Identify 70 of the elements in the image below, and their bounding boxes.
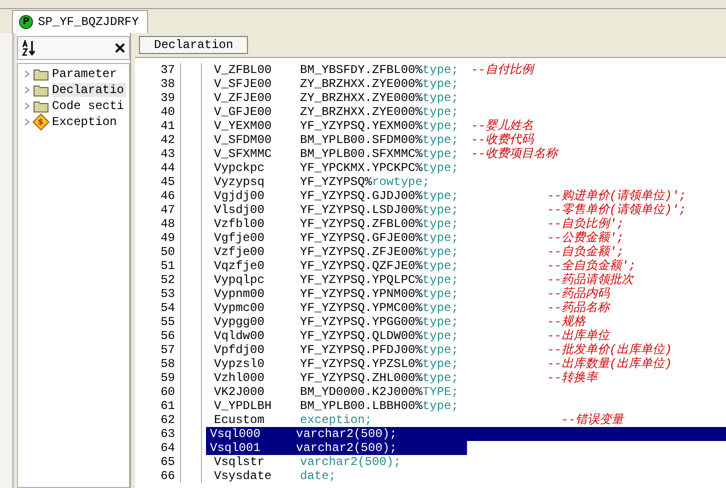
line-number: 55 [160, 315, 175, 329]
document-tab[interactable]: P SP_YF_BQZJDRFY [12, 10, 148, 33]
line-number: 45 [160, 175, 175, 189]
line-number: 54 [160, 301, 175, 315]
line-number: 42 [160, 133, 175, 147]
line-number: 40 [160, 105, 175, 119]
line-number: 41 [160, 119, 175, 133]
close-icon[interactable] [115, 43, 125, 53]
folder-icon [33, 68, 49, 80]
tree-item[interactable]: Code secti [52, 99, 126, 113]
folder-icon [33, 84, 49, 96]
code-line: V_ZFBL00 BM_YBSFDY.ZFBL00%type; --自付比例 [213, 63, 534, 77]
folder-icon [33, 100, 49, 112]
tree-item[interactable]: Parameter [52, 67, 119, 81]
line-number: 56 [160, 329, 175, 343]
line-number: 52 [160, 273, 175, 287]
code-line: V_GFJE00 ZY_BRZHXX.ZYE000%type; [213, 105, 460, 119]
code-line: V_SFJE00 ZY_BRZHXX.ZYE000%type; [213, 77, 460, 91]
code-line: Vyzypsq YF_YZYPSQ%rowtype; [213, 175, 431, 189]
code-line: Vypzsl0 YF_YZYPSQ.YPZSL0%type; --出库数量(出库单位) [213, 357, 672, 371]
line-number: 46 [160, 189, 175, 203]
line-number: 48 [160, 217, 175, 231]
code-line: Vqzfje0 YF_YZYPSQ.QZFJE0%type; --全自负金额'; [213, 259, 636, 273]
line-number: 58 [160, 357, 175, 371]
line-number: 60 [160, 385, 175, 399]
code-line: Vqldw00 YF_YZYPSQ.QLDW00%type; --出库单位 [213, 329, 610, 343]
line-number: 37 [160, 63, 175, 77]
code-line: Vsysdate date; [213, 469, 338, 483]
line-number: 43 [160, 147, 175, 161]
code-line: Ecustom exception; --错误变量 [213, 413, 624, 427]
code-line: Vsqlstr varchar2(500); [213, 455, 402, 469]
code-line: Vypnm00 YF_YZYPSQ.YPNM00%type; --药品内码 [213, 287, 610, 301]
code-line: V_SFXMMC BM_YPLB00.SFXMMC%type; --收费项目名称 [213, 147, 558, 161]
code-line: Vypmc00 YF_YZYPSQ.YPMC00%type; --药品名称 [213, 301, 610, 315]
line-number: 39 [160, 91, 175, 105]
line-number: 53 [160, 287, 175, 301]
code-line: Vgjdj00 YF_YZYPSQ.GJDJ00%type; --购进单价(请领单位)'; [213, 189, 686, 203]
sort-icon[interactable] [22, 40, 36, 56]
code-line: Vzfje00 YF_YZYPSQ.ZFJE00%type; --自负金额'; [213, 245, 624, 259]
code-line: V_YPDLBH BM_YPLB00.LBBH00%type; [213, 399, 460, 413]
code-line: Vzhl000 YF_YZYPSQ.ZHL000%type; --转换率 [213, 371, 598, 385]
code-line: Vlsdj00 YF_YZYPSQ.LSDJ00%type; --零售单价(请领单位)'; [213, 203, 686, 217]
line-number: 44 [160, 161, 175, 175]
line-number: 66 [160, 469, 175, 483]
code-line: V_ZFJE00 ZY_BRZHXX.ZYE000%type; [213, 91, 460, 105]
procedure-icon: P [19, 15, 33, 29]
line-number: 49 [160, 231, 175, 245]
code-line: V_YEXM00 YF_YZYPSQ.YEXM00%type; --婴儿姓名 [213, 119, 534, 133]
line-number: 64 [160, 441, 175, 455]
line-number: 63 [160, 427, 175, 441]
code-line: Vypgg00 YF_YZYPSQ.YPGG00%type; --规格 [213, 315, 586, 329]
line-number: 57 [160, 343, 175, 357]
code-line: Vypckpc YF_YPCKMX.YPCKPC%type; [213, 161, 460, 175]
line-number: 59 [160, 371, 175, 385]
line-number: 61 [160, 399, 175, 413]
line-number: 51 [160, 259, 175, 273]
tree-item[interactable]: Exception [52, 115, 119, 129]
line-number: 50 [160, 245, 175, 259]
line-number: 38 [160, 77, 175, 91]
code-line: Vpfdj00 YF_YZYPSQ.PFDJ00%type; --批发单价(出库单位) [213, 343, 672, 357]
line-number: 62 [160, 413, 175, 427]
line-number: 47 [160, 203, 175, 217]
code-line: Vypqlpc YF_YZYPSQ.YPQLPC%type; --药品请领批次 [213, 273, 634, 287]
code-line: VK2J000 BM_YD0000.K2J000%TYPE; [213, 385, 460, 399]
code-line: Vzfbl00 YF_YZYPSQ.ZFBL00%type; --自负比例'; [213, 217, 624, 231]
code-line: V_SFDM00 BM_YPLB00.SFDM00%type; --收费代码 [213, 133, 534, 147]
tree-item[interactable]: Declaratio [52, 83, 126, 97]
code-line: Vgfje00 YF_YZYPSQ.GFJE00%type; --公费金额'; [213, 231, 624, 245]
section-tab[interactable]: Declaration [139, 36, 248, 54]
line-number: 65 [160, 455, 175, 469]
